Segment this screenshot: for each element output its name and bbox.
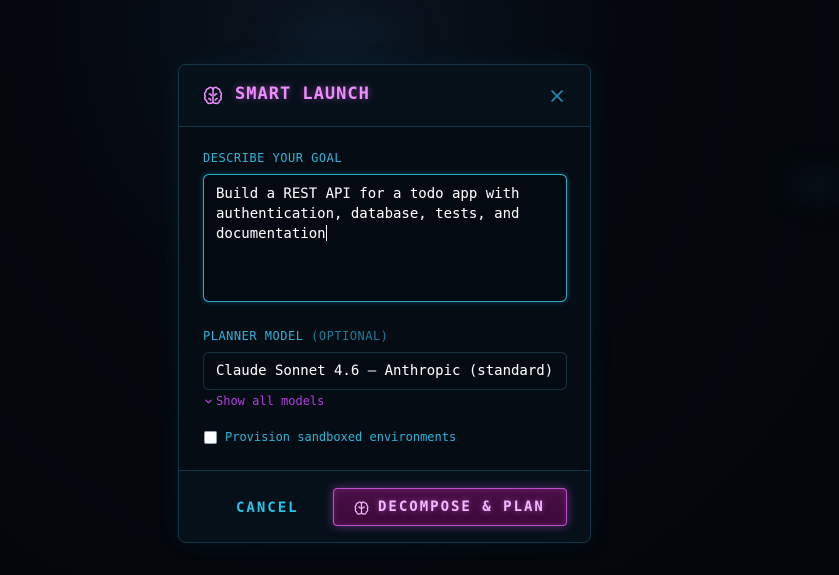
dialog-title: SMART LAUNCH xyxy=(235,84,370,104)
goal-text: Build a REST API for a todo app with aut… xyxy=(216,186,520,242)
planner-model-select[interactable]: Claude Sonnet 4.6 — Anthropic (standard) xyxy=(203,352,567,390)
goal-label: DESCRIBE YOUR GOAL xyxy=(203,151,343,165)
planner-model-label-text: PLANNER MODEL xyxy=(203,329,304,343)
background-glow xyxy=(270,10,410,60)
decompose-plan-button[interactable]: DECOMPOSE & PLAN xyxy=(333,488,567,526)
brain-icon xyxy=(354,501,369,515)
close-icon[interactable] xyxy=(549,88,565,104)
brain-icon xyxy=(203,86,223,105)
cancel-button[interactable]: CANCEL xyxy=(236,500,299,516)
chevron-down-icon xyxy=(205,399,212,404)
dialog-header: SMART LAUNCH xyxy=(179,65,590,127)
show-all-models-label: Show all models xyxy=(216,394,325,408)
sandbox-checkbox[interactable] xyxy=(204,431,217,444)
show-all-models-link[interactable]: Show all models xyxy=(204,394,324,408)
smart-launch-dialog: SMART LAUNCH DESCRIBE YOUR GOAL Build a … xyxy=(178,64,591,543)
background-glow xyxy=(790,170,839,200)
planner-model-optional: (OPTIONAL) xyxy=(311,329,389,343)
goal-textarea[interactable]: Build a REST API for a todo app with aut… xyxy=(203,174,567,302)
planner-model-label: PLANNER MODEL (OPTIONAL) xyxy=(203,329,388,343)
decompose-plan-label: DECOMPOSE & PLAN xyxy=(378,499,545,515)
text-cursor xyxy=(325,225,327,241)
sandbox-checkbox-label[interactable]: Provision sandboxed environments xyxy=(225,430,456,444)
dialog-footer: CANCEL DECOMPOSE & PLAN xyxy=(179,470,590,542)
